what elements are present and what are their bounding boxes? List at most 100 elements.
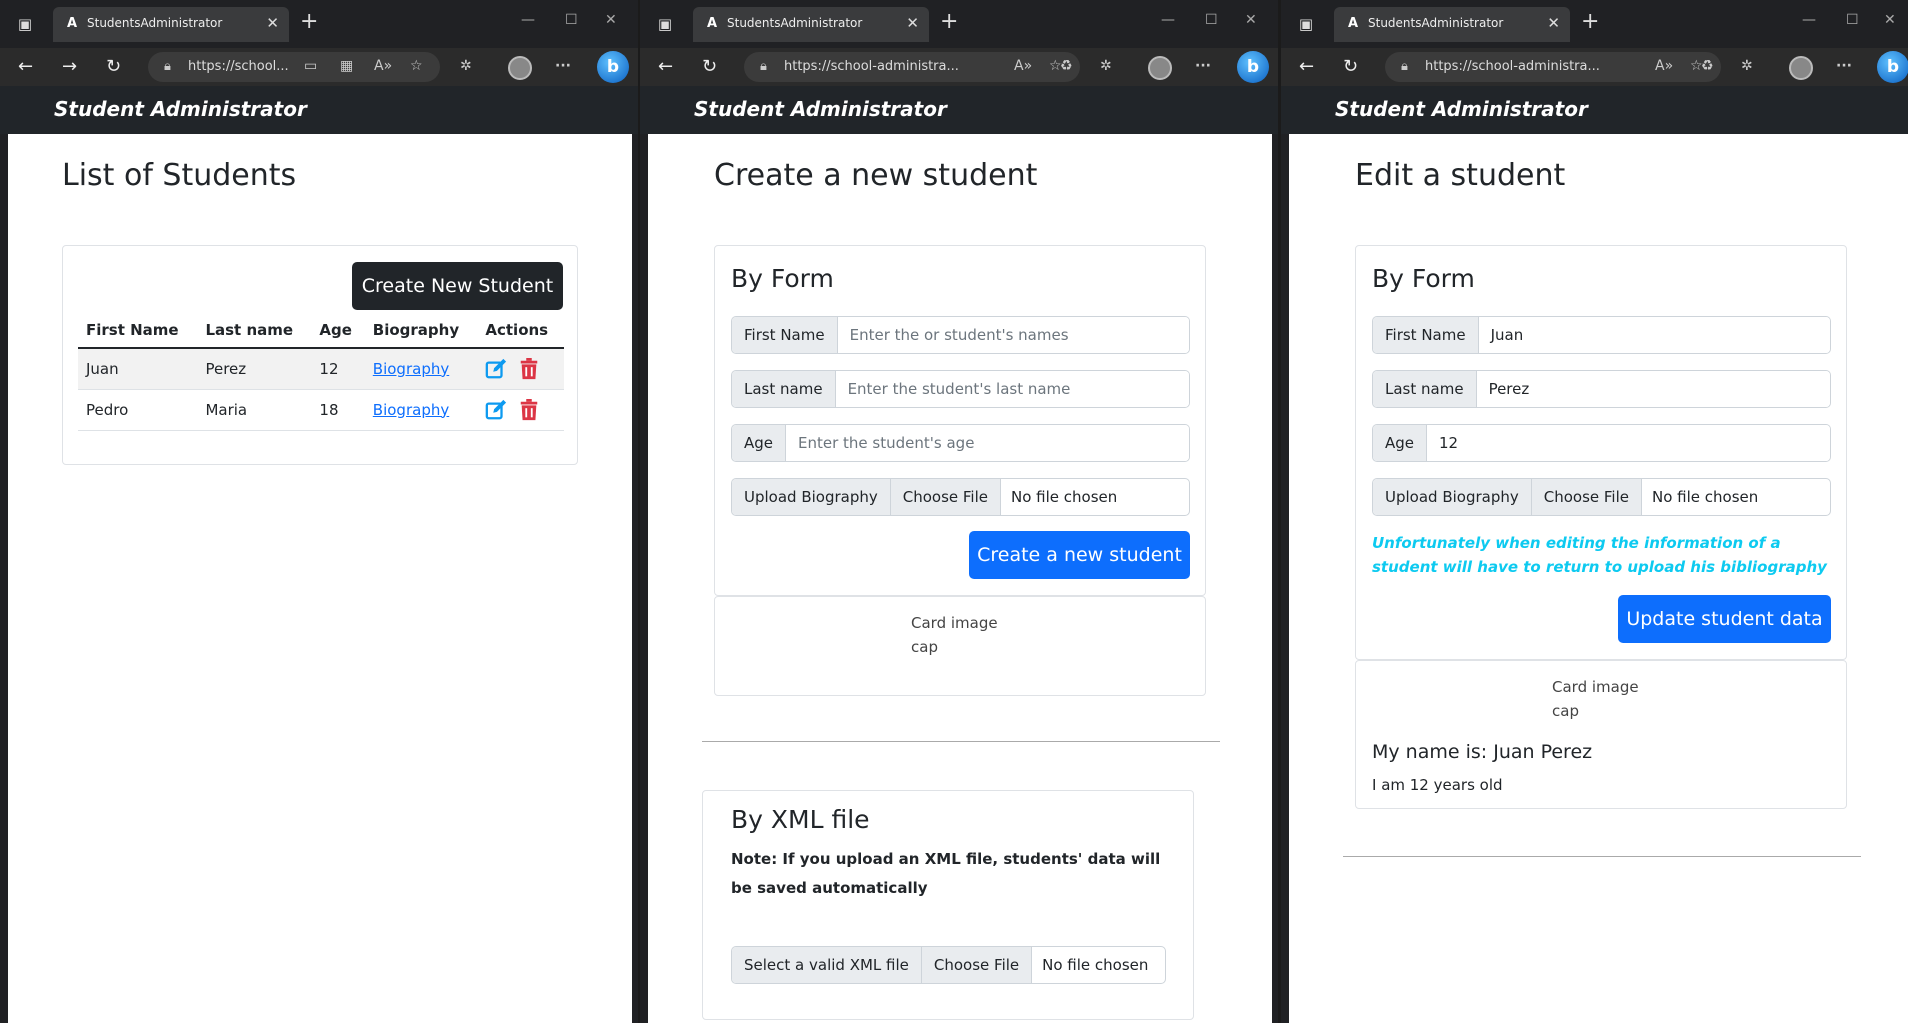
profile-icon[interactable] xyxy=(1789,56,1813,80)
browser-window-edit: ▣ A StudentsAdministrator ✕ + — ☐ ✕ ← ↻ … xyxy=(1281,0,1908,1023)
age-group: Age 12 xyxy=(1372,424,1831,462)
student-preview-card: Card image cap My name is: Juan Perez I … xyxy=(1355,660,1847,809)
tab-bar: ▣ A StudentsAdministrator ✕ + — ☐ ✕ xyxy=(1281,0,1908,48)
close-window-icon[interactable]: ✕ xyxy=(1245,12,1257,28)
recycle-icon[interactable]: ♻ xyxy=(1701,58,1714,74)
maximize-icon[interactable]: ☐ xyxy=(1205,12,1218,28)
edit-icon[interactable] xyxy=(485,358,507,380)
url-field[interactable]: 🔒︎ https://school-administra... A» ☆ xyxy=(744,52,1080,82)
choose-file-button[interactable]: Choose File xyxy=(890,479,1001,515)
divider xyxy=(1343,856,1861,857)
maximize-icon[interactable]: ☐ xyxy=(1846,12,1859,28)
minimize-icon[interactable]: — xyxy=(1161,12,1175,28)
sidebar-icon[interactable]: ▣ xyxy=(1295,13,1317,35)
age-input[interactable]: Enter the student's age xyxy=(786,425,1189,461)
profile-icon[interactable] xyxy=(1148,56,1172,80)
close-tab-icon[interactable]: ✕ xyxy=(266,14,279,32)
refresh-icon[interactable]: ↻ xyxy=(106,56,121,78)
extensions-icon[interactable]: ✲ xyxy=(460,58,472,74)
sidebar-icon[interactable]: ▣ xyxy=(654,13,676,35)
browser-window-list: ▣ A StudentsAdministrator ✕ + — ☐ ✕ ← → … xyxy=(0,0,640,1023)
browser-tab[interactable]: A StudentsAdministrator ✕ xyxy=(1334,7,1570,42)
read-aloud-icon[interactable]: A» xyxy=(374,58,392,74)
close-window-icon[interactable]: ✕ xyxy=(1884,12,1896,28)
close-window-icon[interactable]: ✕ xyxy=(605,12,617,28)
choose-file-button[interactable]: Choose File xyxy=(1531,479,1642,515)
page-title: Create a new student xyxy=(714,158,1038,193)
close-tab-icon[interactable]: ✕ xyxy=(1547,14,1560,32)
update-student-button[interactable]: Update student data xyxy=(1618,595,1831,643)
recycle-icon[interactable]: ♻ xyxy=(1060,58,1073,74)
minimize-icon[interactable]: — xyxy=(1802,12,1816,28)
sidebar-icon[interactable]: ▣ xyxy=(14,13,36,35)
bing-icon[interactable]: b xyxy=(597,51,629,83)
forward-icon[interactable]: → xyxy=(62,56,77,78)
last-name-group: Last name Enter the student's last name xyxy=(731,370,1190,408)
brand-title[interactable]: Student Administrator xyxy=(1335,97,1588,121)
cell-first-name: Pedro xyxy=(78,389,198,431)
last-name-input[interactable]: Enter the student's last name xyxy=(835,371,1189,407)
back-icon[interactable]: ← xyxy=(18,56,33,78)
more-icon[interactable]: ··· xyxy=(555,58,571,74)
url-field[interactable]: 🔒︎ https://school-administra... A» ☆ xyxy=(1385,52,1721,82)
last-name-input[interactable]: Perez xyxy=(1476,371,1830,407)
favicon-icon: A xyxy=(706,16,718,31)
age-input[interactable]: 12 xyxy=(1427,425,1830,461)
biography-link[interactable]: Biography xyxy=(373,360,449,378)
delete-icon[interactable] xyxy=(518,357,540,380)
bing-icon[interactable]: b xyxy=(1237,51,1269,83)
brand-title[interactable]: Student Administrator xyxy=(54,97,307,121)
new-tab-button[interactable]: + xyxy=(940,10,958,34)
favorite-icon[interactable]: ☆ xyxy=(410,58,423,74)
edit-icon[interactable] xyxy=(485,399,507,421)
delete-icon[interactable] xyxy=(518,398,540,421)
card-text: I am 12 years old xyxy=(1372,776,1503,794)
form-card: By Form First Name Juan Last name Perez … xyxy=(1355,245,1847,660)
page-title: Edit a student xyxy=(1355,158,1566,193)
minimize-icon[interactable]: — xyxy=(521,12,535,28)
cell-first-name: Juan xyxy=(78,348,198,390)
students-table: First Name Last name Age Biography Actio… xyxy=(78,312,564,431)
device-icon[interactable]: ▭ xyxy=(304,58,317,74)
table-row: Juan Perez 12 Biography xyxy=(78,348,564,390)
page-content: List of Students Create New Student Firs… xyxy=(8,134,632,1023)
create-student-button[interactable]: Create a new student xyxy=(969,531,1190,579)
first-name-input[interactable]: Enter the or student's names xyxy=(837,317,1189,353)
new-tab-button[interactable]: + xyxy=(1581,10,1599,34)
xml-choose-file-button[interactable]: Choose File xyxy=(921,947,1033,983)
biography-link[interactable]: Biography xyxy=(373,401,449,419)
apps-icon[interactable]: ▦ xyxy=(340,58,353,74)
xml-upload-label: Select a valid XML file xyxy=(732,947,922,983)
url-field[interactable]: 🔒︎ https://school... ▭ ▦ A» ☆ xyxy=(148,52,440,82)
url-text: https://school... xyxy=(188,59,289,74)
more-icon[interactable]: ··· xyxy=(1195,58,1211,74)
lock-icon: 🔒︎ xyxy=(1401,59,1408,74)
maximize-icon[interactable]: ☐ xyxy=(565,12,578,28)
brand-title[interactable]: Student Administrator xyxy=(694,97,947,121)
more-icon[interactable]: ··· xyxy=(1836,58,1852,74)
page-content: Edit a student By Form First Name Juan L… xyxy=(1289,134,1908,1023)
divider xyxy=(702,741,1220,742)
cell-biography: Biography xyxy=(364,348,478,390)
refresh-icon[interactable]: ↻ xyxy=(1343,56,1358,78)
card-image-placeholder: Card image cap xyxy=(1552,678,1639,720)
browser-tab[interactable]: A StudentsAdministrator ✕ xyxy=(693,7,929,42)
first-name-input[interactable]: Juan xyxy=(1478,317,1830,353)
read-aloud-icon[interactable]: A» xyxy=(1014,58,1032,74)
close-tab-icon[interactable]: ✕ xyxy=(906,14,919,32)
profile-icon[interactable] xyxy=(508,56,532,80)
extensions-icon[interactable]: ✲ xyxy=(1100,58,1112,74)
create-new-student-button[interactable]: Create New Student xyxy=(352,262,563,310)
bing-icon[interactable]: b xyxy=(1877,51,1908,83)
back-icon[interactable]: ← xyxy=(1299,56,1314,78)
file-status: No file chosen xyxy=(1001,479,1128,515)
extensions-icon[interactable]: ✲ xyxy=(1741,58,1753,74)
back-icon[interactable]: ← xyxy=(658,56,673,78)
read-aloud-icon[interactable]: A» xyxy=(1655,58,1673,74)
edit-warning: Unfortunately when editing the informati… xyxy=(1372,534,1827,576)
cell-actions xyxy=(477,389,564,431)
browser-tab[interactable]: A StudentsAdministrator ✕ xyxy=(53,7,289,42)
refresh-icon[interactable]: ↻ xyxy=(702,56,717,78)
card-image-placeholder: Card image cap xyxy=(911,614,998,656)
new-tab-button[interactable]: + xyxy=(300,10,318,34)
